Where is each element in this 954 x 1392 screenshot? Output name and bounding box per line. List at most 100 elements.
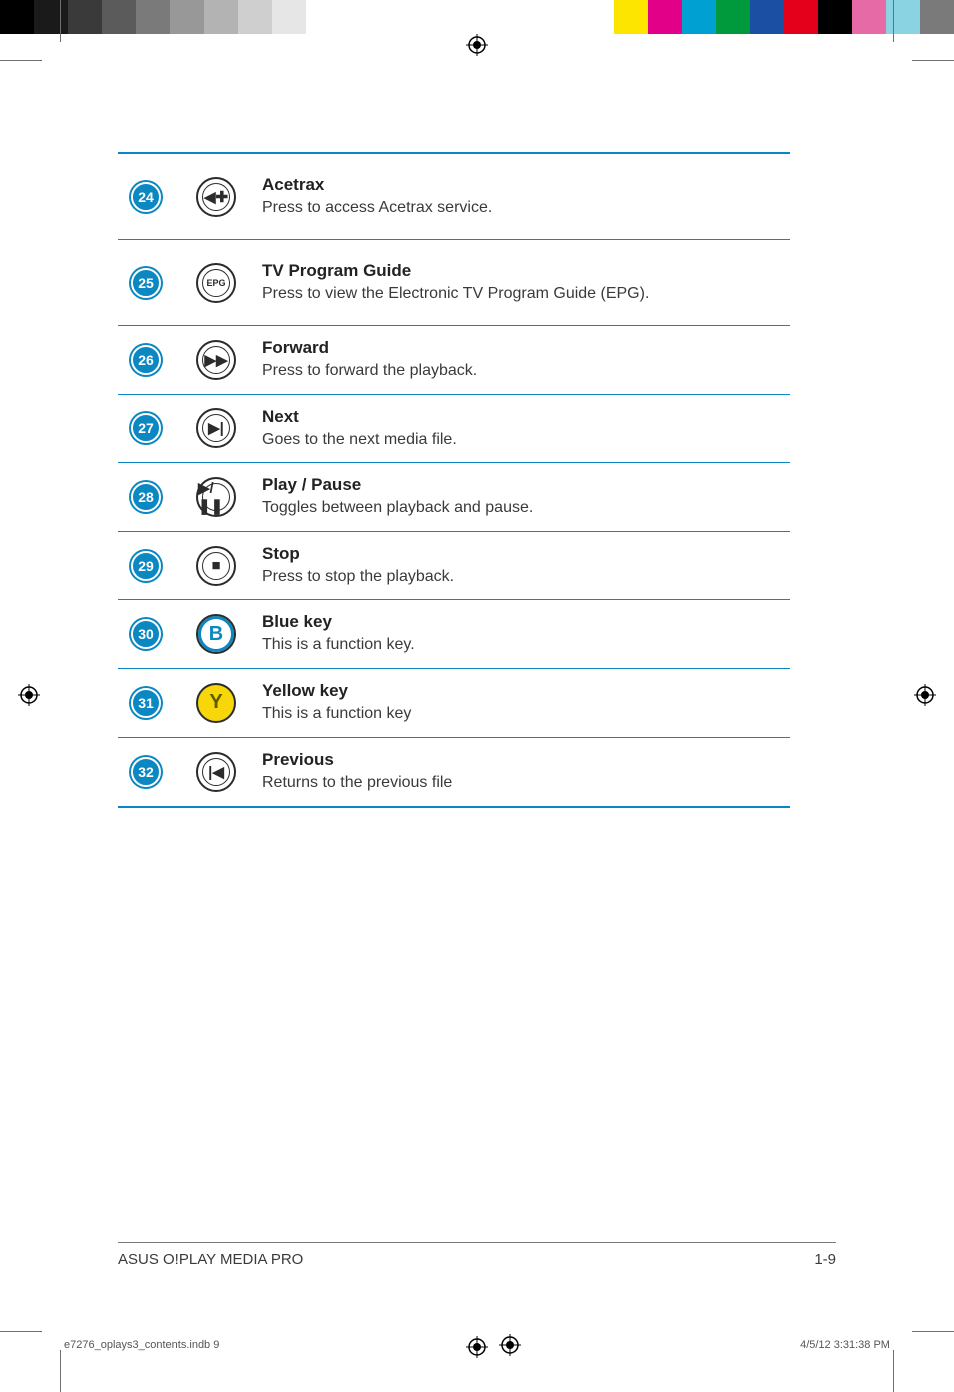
trim-mark bbox=[912, 60, 954, 61]
registration-mark-icon bbox=[914, 684, 936, 706]
color-swatch bbox=[716, 0, 750, 34]
row-number-cell: 27 bbox=[118, 413, 174, 443]
row-text-cell: ForwardPress to forward the playback. bbox=[258, 326, 790, 394]
row-number-badge: 27 bbox=[131, 413, 161, 443]
row-number-cell: 32 bbox=[118, 757, 174, 787]
row-description: Toggles between playback and pause. bbox=[262, 497, 786, 519]
color-swatch bbox=[306, 0, 340, 34]
color-swatch bbox=[272, 0, 306, 34]
footer-page-number: 1-9 bbox=[814, 1251, 836, 1268]
row-number-badge: 31 bbox=[131, 688, 161, 718]
trim-mark bbox=[0, 1331, 42, 1332]
trim-mark bbox=[893, 1350, 894, 1392]
trim-mark bbox=[60, 0, 61, 42]
icon-glyph: ◀✚ bbox=[204, 188, 228, 206]
row-number-badge: 32 bbox=[131, 757, 161, 787]
row-text-cell: PreviousReturns to the previous file bbox=[258, 738, 790, 806]
blue-key-icon: B bbox=[196, 614, 236, 654]
row-text-cell: Blue keyThis is a function key. bbox=[258, 600, 790, 668]
row-icon-cell: |◀ bbox=[188, 752, 244, 792]
color-swatch bbox=[68, 0, 102, 34]
row-icon-cell: ▶/❚❚ bbox=[188, 477, 244, 517]
row-number-badge: 25 bbox=[131, 268, 161, 298]
row-number-cell: 28 bbox=[118, 482, 174, 512]
icon-glyph: B bbox=[209, 623, 223, 646]
row-title: Acetrax bbox=[262, 175, 786, 195]
color-swatch bbox=[170, 0, 204, 34]
color-swatch bbox=[580, 0, 614, 34]
icon-glyph: EPG bbox=[206, 278, 225, 288]
icon-glyph: ▶| bbox=[208, 419, 224, 437]
print-timestamp: 4/5/12 3:31:38 PM bbox=[800, 1339, 890, 1351]
row-icon-cell: Y bbox=[188, 683, 244, 723]
color-swatch bbox=[750, 0, 784, 34]
row-text-cell: Play / PauseToggles between playback and… bbox=[258, 463, 790, 531]
icon-glyph: Y bbox=[209, 691, 222, 714]
color-swatch bbox=[818, 0, 852, 34]
table-row: 25 EPG TV Program Guide Press to view the … bbox=[118, 240, 790, 326]
row-description: This is a function key. bbox=[262, 634, 786, 656]
table-row: 27 ▶| NextGoes to the next media file. bbox=[118, 395, 790, 464]
color-swatch bbox=[784, 0, 818, 34]
page-content: 24 ◀✚ AcetraxPress to access Acetrax servi… bbox=[64, 64, 890, 1328]
row-description: Press to view the Electronic TV Program … bbox=[262, 283, 786, 305]
row-number-cell: 30 bbox=[118, 619, 174, 649]
row-icon-cell: EPG bbox=[188, 263, 244, 303]
stop-icon: ■ bbox=[196, 546, 236, 586]
remote-button-table: 24 ◀✚ AcetraxPress to access Acetrax servi… bbox=[118, 152, 790, 808]
row-title: Forward bbox=[262, 338, 786, 358]
row-text-cell: NextGoes to the next media file. bbox=[258, 395, 790, 463]
row-number-cell: 26 bbox=[118, 345, 174, 375]
row-description: Returns to the previous file bbox=[262, 772, 786, 794]
table-row: 24 ◀✚ AcetraxPress to access Acetrax servi… bbox=[118, 154, 790, 240]
next-icon: ▶| bbox=[196, 408, 236, 448]
print-metadata: e7276_oplays3_contents.indb 9 4/5/12 3:3… bbox=[64, 1334, 890, 1356]
table-row: 28 ▶/❚❚ Play / PauseToggles between playba… bbox=[118, 463, 790, 532]
table-row: 30 B Blue keyThis is a function key. bbox=[118, 600, 790, 669]
color-swatch bbox=[682, 0, 716, 34]
row-number-badge: 29 bbox=[131, 551, 161, 581]
color-swatch bbox=[34, 0, 68, 34]
row-text-cell: TV Program Guide Press to view the Elect… bbox=[258, 249, 790, 317]
trim-mark bbox=[0, 60, 42, 61]
acetrax-icon: ◀✚ bbox=[196, 177, 236, 217]
row-title: TV Program Guide bbox=[262, 261, 786, 281]
row-icon-cell: B bbox=[188, 614, 244, 654]
registration-mark-icon bbox=[499, 1334, 521, 1356]
row-title: Previous bbox=[262, 750, 786, 770]
registration-mark-icon bbox=[18, 684, 40, 706]
registration-mark-icon bbox=[466, 34, 488, 56]
color-swatch bbox=[886, 0, 920, 34]
icon-glyph: ▶/❚❚ bbox=[198, 479, 234, 515]
color-swatch bbox=[614, 0, 648, 34]
trim-mark bbox=[60, 1350, 61, 1392]
table-row: 29 ■ StopPress to stop the playback. bbox=[118, 532, 790, 601]
printer-colorbar-right bbox=[580, 0, 954, 34]
row-icon-cell: ▶| bbox=[188, 408, 244, 448]
row-icon-cell: ■ bbox=[188, 546, 244, 586]
footer-product-name: ASUS O!PLAY MEDIA PRO bbox=[118, 1251, 303, 1268]
color-swatch bbox=[102, 0, 136, 34]
row-title: Blue key bbox=[262, 612, 786, 632]
color-swatch bbox=[136, 0, 170, 34]
row-number-badge: 26 bbox=[131, 345, 161, 375]
row-number-cell: 25 bbox=[118, 268, 174, 298]
row-number-cell: 24 bbox=[118, 182, 174, 212]
row-text-cell: StopPress to stop the playback. bbox=[258, 532, 790, 600]
epg-icon: EPG bbox=[196, 263, 236, 303]
icon-glyph: ■ bbox=[211, 557, 220, 574]
row-description: Press to access Acetrax service. bbox=[262, 197, 786, 219]
row-number-cell: 31 bbox=[118, 688, 174, 718]
yellow-key-icon: Y bbox=[196, 683, 236, 723]
row-icon-cell: ◀✚ bbox=[188, 177, 244, 217]
icon-glyph: |◀ bbox=[208, 763, 224, 781]
color-swatch bbox=[648, 0, 682, 34]
color-swatch bbox=[204, 0, 238, 34]
play-pause-icon: ▶/❚❚ bbox=[196, 477, 236, 517]
color-swatch bbox=[0, 0, 34, 34]
row-text-cell: AcetraxPress to access Acetrax service. bbox=[258, 163, 790, 231]
row-title: Stop bbox=[262, 544, 786, 564]
row-number-badge: 24 bbox=[131, 182, 161, 212]
trim-mark bbox=[893, 0, 894, 42]
color-swatch bbox=[920, 0, 954, 34]
